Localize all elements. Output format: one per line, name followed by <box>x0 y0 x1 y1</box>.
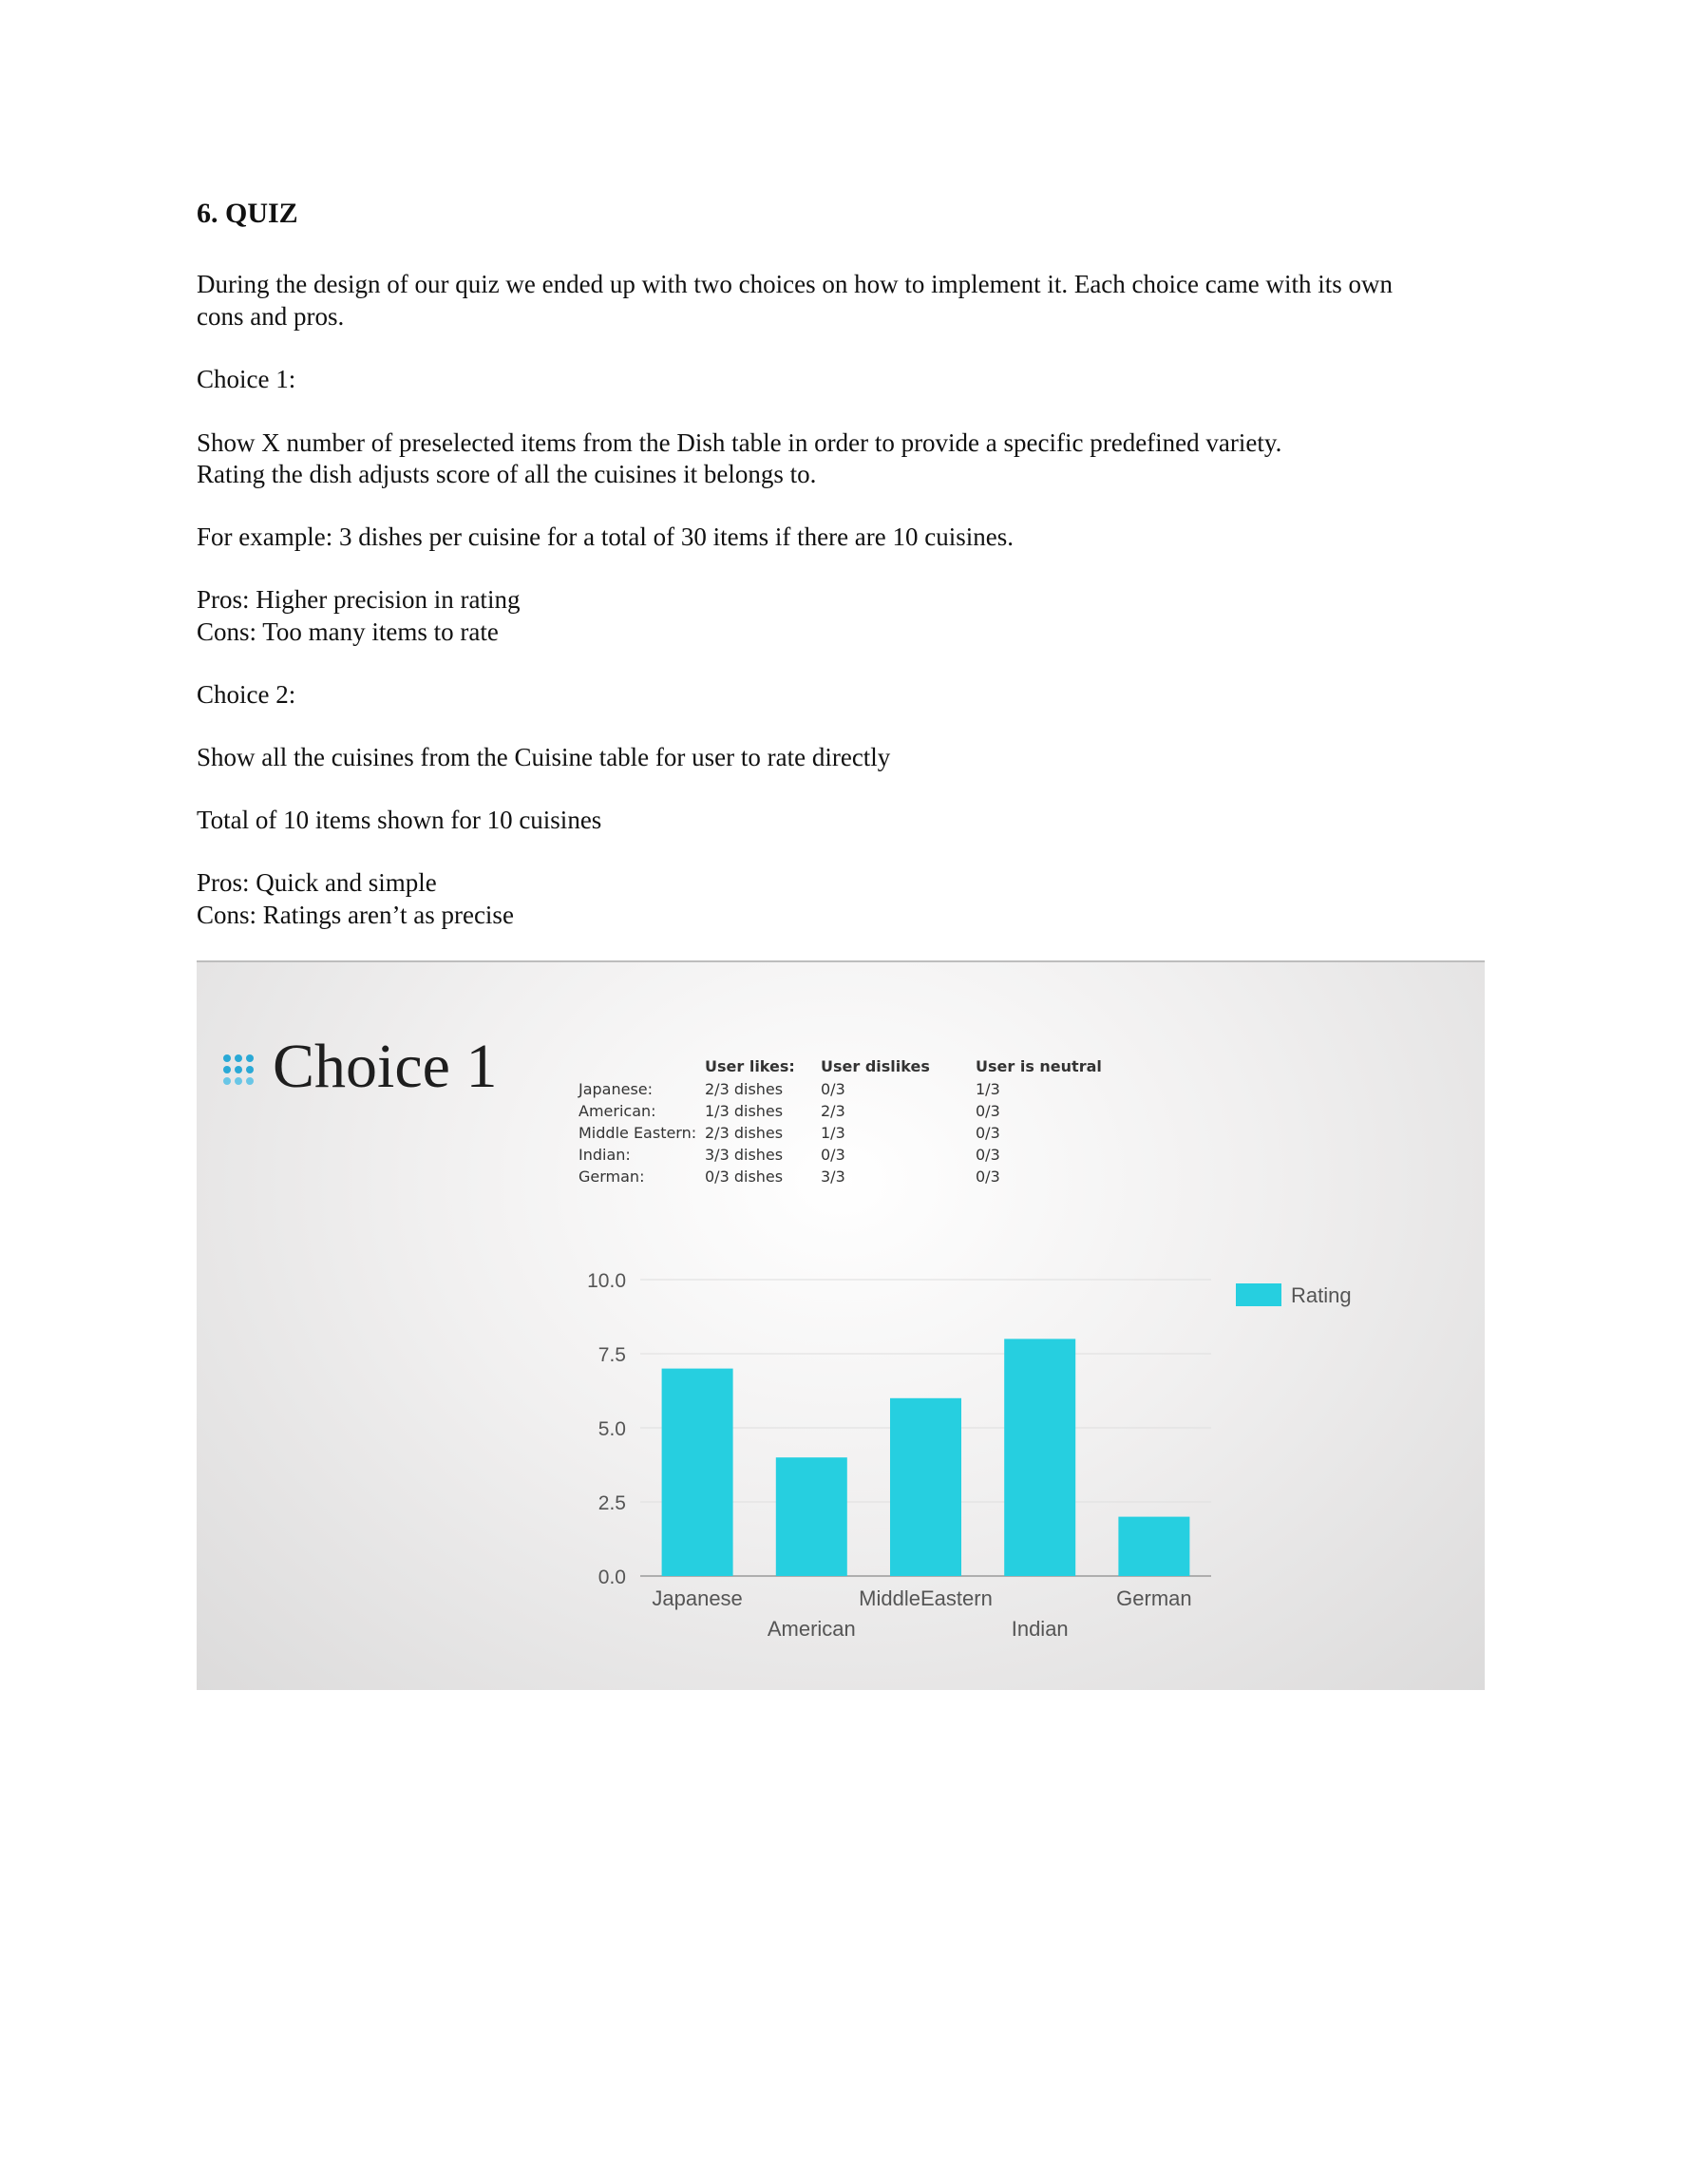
choice1-cons: Cons: Too many items to rate <box>197 617 499 646</box>
intro-line-1: During the design of our quiz we ended u… <box>197 270 1393 298</box>
y-tick-label: 10.0 <box>587 1270 626 1292</box>
legend-label: Rating <box>1291 1283 1352 1307</box>
choice2-cons: Cons: Ratings aren’t as precise <box>197 901 514 929</box>
y-tick-label: 0.0 <box>598 1567 626 1588</box>
bar <box>1118 1516 1190 1576</box>
y-tick-label: 7.5 <box>598 1344 626 1366</box>
choice1-label: Choice 1: <box>197 365 296 393</box>
bar <box>1004 1339 1076 1576</box>
choice1-desc-2: Rating the dish adjusts score of all the… <box>197 460 817 488</box>
bar <box>661 1368 733 1576</box>
y-tick-label: 2.5 <box>598 1492 626 1514</box>
bar <box>890 1397 961 1576</box>
legend-swatch <box>1236 1283 1281 1306</box>
choice2-total: Total of 10 items shown for 10 cuisines <box>197 806 602 834</box>
intro-line-2: cons and pros. <box>197 302 345 331</box>
choice1-slide: Choice 1 User likes: User dislikes User … <box>197 960 1485 1690</box>
rating-bar-chart: 0.0 2.5 5.0 7.5 10.0 Japanese AmericanMiddleEa… <box>587 1270 1352 1641</box>
choice2-pros: Pros: Quick and simple <box>197 868 437 897</box>
bar <box>775 1457 847 1576</box>
x-tick-label: MiddleEastern <box>859 1586 993 1610</box>
y-tick-label: 5.0 <box>598 1418 626 1440</box>
section-heading: 6. QUIZ <box>197 198 298 229</box>
x-tick-label: German <box>1116 1586 1191 1610</box>
x-tick-label: Indian <box>1012 1617 1069 1641</box>
x-tick-label: American <box>768 1617 856 1641</box>
choice1-desc-1: Show X number of preselected items from … <box>197 428 1282 457</box>
choice2-label: Choice 2: <box>197 680 296 709</box>
choice1-example: For example: 3 dishes per cuisine for a … <box>197 522 1015 551</box>
choice2-desc: Show all the cuisines from the Cuisine t… <box>197 743 891 771</box>
x-tick-label: Japanese <box>652 1586 742 1610</box>
choice1-pros: Pros: Higher precision in rating <box>197 585 521 614</box>
